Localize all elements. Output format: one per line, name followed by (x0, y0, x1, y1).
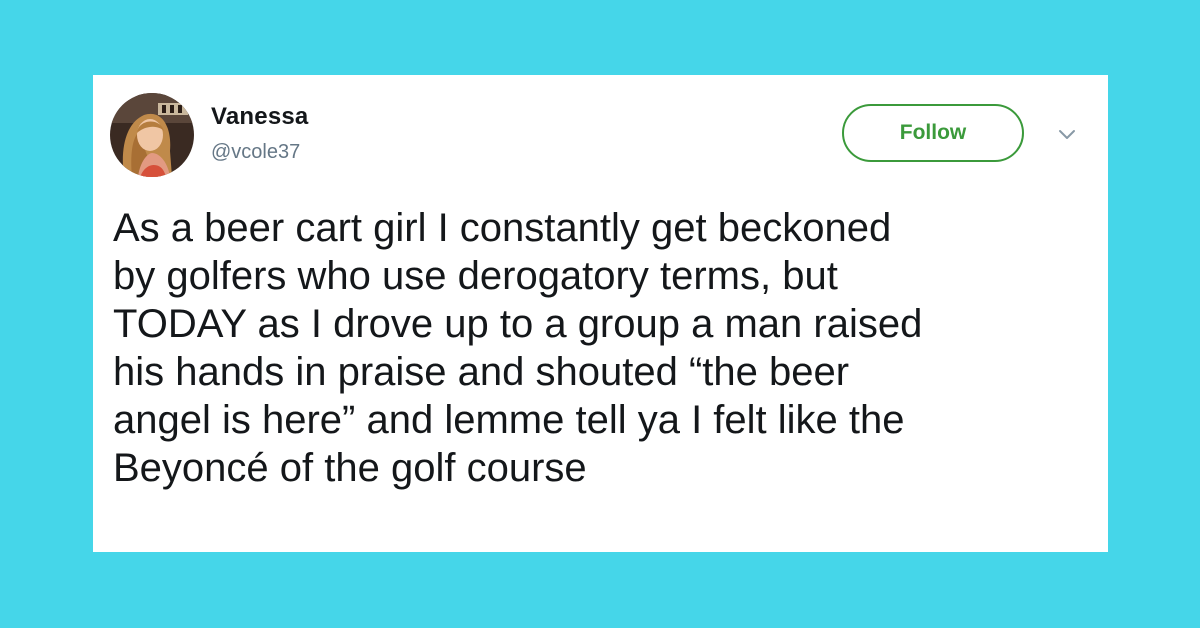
chevron-down-icon (1059, 130, 1075, 139)
more-options-button[interactable] (1055, 123, 1079, 147)
profile-photo (110, 93, 194, 177)
tweet-card: Vanessa @vcole37 Follow As a beer cart g… (93, 75, 1108, 552)
author-display-name[interactable]: Vanessa (211, 103, 308, 131)
follow-button[interactable]: Follow (842, 104, 1024, 162)
author-handle[interactable]: @vcole37 (211, 141, 300, 164)
avatar[interactable] (110, 93, 194, 177)
tweet-text: As a beer cart girl I constantly get bec… (113, 206, 923, 490)
